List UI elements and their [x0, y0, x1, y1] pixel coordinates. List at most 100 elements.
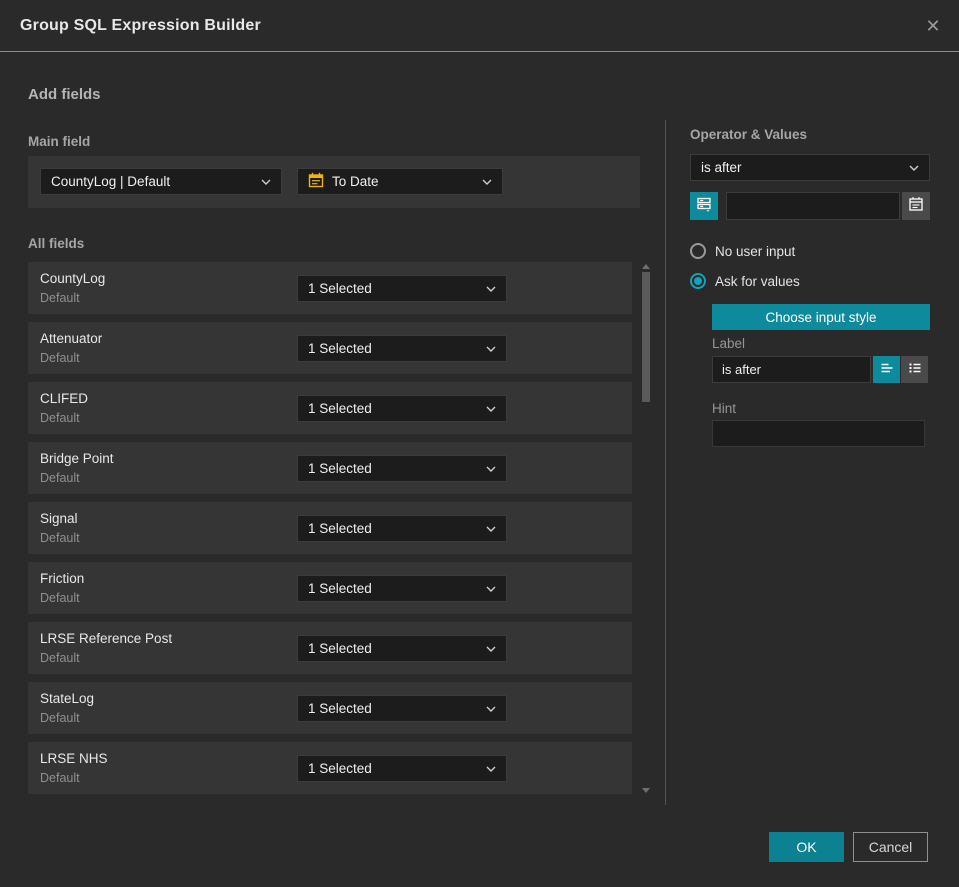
choose-input-style-button[interactable]: Choose input style — [712, 304, 930, 330]
field-selected-value: 1 Selected — [308, 521, 372, 536]
radio-ask-for-values[interactable]: Ask for values — [690, 273, 800, 289]
field-source: Default — [40, 591, 80, 605]
field-selected-value: 1 Selected — [308, 281, 372, 296]
field-row: CLIFED Default 1 Selected — [28, 382, 632, 434]
date-picker-button[interactable] — [902, 192, 930, 220]
field-name: StateLog — [40, 691, 95, 706]
chevron-down-icon — [482, 179, 492, 185]
field-source: Default — [40, 711, 80, 725]
field-selected-value: 1 Selected — [308, 761, 372, 776]
panel-divider — [665, 120, 666, 805]
field-selected-value: 1 Selected — [308, 401, 372, 416]
field-name: LRSE Reference Post — [40, 631, 173, 646]
main-field-select[interactable]: CountyLog | Default — [40, 168, 282, 195]
field-selected-dropdown[interactable]: 1 Selected — [297, 575, 507, 602]
chevron-down-icon — [261, 179, 271, 185]
chevron-down-icon — [486, 646, 496, 652]
field-row: Friction Default 1 Selected — [28, 562, 632, 614]
chevron-down-icon — [486, 706, 496, 712]
chevron-down-icon — [486, 466, 496, 472]
single-line-style-button[interactable] — [873, 356, 900, 383]
calendar-icon — [908, 196, 924, 217]
field-selected-dropdown[interactable]: 1 Selected — [297, 275, 507, 302]
field-selected-value: 1 Selected — [308, 641, 372, 656]
field-row: Signal Default 1 Selected — [28, 502, 632, 554]
field-name: Signal — [40, 511, 78, 526]
field-row: Bridge Point Default 1 Selected — [28, 442, 632, 494]
radio-no-user-input[interactable]: No user input — [690, 243, 795, 259]
group-sql-expression-builder-dialog: Group SQL Expression Builder ✕ Add field… — [0, 0, 959, 887]
stacked-values-icon — [696, 196, 712, 217]
chevron-down-icon — [486, 526, 496, 532]
list-scrollbar[interactable] — [641, 262, 651, 795]
all-fields-list: CountyLog Default 1 Selected Attenuator … — [28, 262, 632, 794]
field-source: Default — [40, 771, 80, 785]
date-field-select-value: To Date — [332, 174, 379, 189]
field-name: CountyLog — [40, 271, 106, 286]
cancel-button[interactable]: Cancel — [853, 832, 928, 862]
field-name: Bridge Point — [40, 451, 114, 466]
field-row: LRSE NHS Default 1 Selected — [28, 742, 632, 794]
list-style-button[interactable] — [901, 356, 928, 383]
hint-input[interactable] — [712, 420, 925, 447]
radio-circle-icon — [690, 243, 706, 259]
bulleted-list-icon — [907, 360, 923, 379]
chevron-down-icon — [486, 586, 496, 592]
operator-select-value: is after — [701, 160, 742, 175]
close-icon[interactable]: ✕ — [921, 14, 945, 38]
radio-no-user-input-label: No user input — [715, 243, 796, 259]
date-field-select[interactable]: To Date — [297, 168, 503, 195]
field-selected-dropdown[interactable]: 1 Selected — [297, 455, 507, 482]
field-name: LRSE NHS — [40, 751, 108, 766]
hint-field-label: Hint — [712, 401, 737, 416]
dialog-titlebar: Group SQL Expression Builder ✕ — [0, 0, 959, 52]
label-input[interactable] — [712, 356, 871, 383]
field-row: Attenuator Default 1 Selected — [28, 322, 632, 374]
label-field-label: Label — [712, 336, 746, 351]
field-row: LRSE Reference Post Default 1 Selected — [28, 622, 632, 674]
field-selected-value: 1 Selected — [308, 341, 372, 356]
field-source: Default — [40, 471, 80, 485]
chevron-down-icon — [486, 346, 496, 352]
field-selected-dropdown[interactable]: 1 Selected — [297, 755, 507, 782]
field-selected-dropdown[interactable]: 1 Selected — [297, 395, 507, 422]
main-field-select-value: CountyLog | Default — [51, 174, 171, 189]
radio-ask-for-values-label: Ask for values — [715, 273, 800, 289]
add-fields-heading: Add fields — [28, 86, 101, 103]
field-source: Default — [40, 651, 80, 665]
align-left-icon — [879, 360, 895, 379]
operator-values-heading: Operator & Values — [690, 127, 808, 142]
date-value-input[interactable] — [726, 192, 900, 220]
unique-values-button[interactable] — [690, 192, 718, 220]
operator-select[interactable]: is after — [690, 154, 930, 181]
field-source: Default — [40, 351, 80, 365]
field-name: CLIFED — [40, 391, 89, 406]
chevron-down-icon — [486, 406, 496, 412]
chevron-down-icon — [909, 165, 919, 171]
scroll-down-icon[interactable] — [642, 788, 650, 793]
field-source: Default — [40, 531, 80, 545]
main-field-label: Main field — [28, 134, 91, 149]
field-selected-value: 1 Selected — [308, 581, 372, 596]
field-source: Default — [40, 411, 80, 425]
scroll-up-icon[interactable] — [642, 264, 650, 269]
chevron-down-icon — [486, 766, 496, 772]
dialog-title: Group SQL Expression Builder — [20, 16, 261, 34]
field-selected-dropdown[interactable]: 1 Selected — [297, 635, 507, 662]
calendar-icon — [308, 172, 324, 191]
field-selected-dropdown[interactable]: 1 Selected — [297, 335, 507, 362]
chevron-down-icon — [486, 286, 496, 292]
field-name: Friction — [40, 571, 85, 586]
field-row: StateLog Default 1 Selected — [28, 682, 632, 734]
radio-circle-selected-icon — [690, 273, 706, 289]
ok-button[interactable]: OK — [769, 832, 844, 862]
field-selected-dropdown[interactable]: 1 Selected — [297, 515, 507, 542]
scrollbar-thumb[interactable] — [642, 272, 650, 402]
field-selected-value: 1 Selected — [308, 701, 372, 716]
field-name: Attenuator — [40, 331, 103, 346]
main-field-panel: CountyLog | Default To Date — [28, 156, 640, 208]
field-selected-value: 1 Selected — [308, 461, 372, 476]
field-selected-dropdown[interactable]: 1 Selected — [297, 695, 507, 722]
operator-values-panel: Operator & Values is after No user input… — [690, 120, 930, 680]
field-source: Default — [40, 291, 80, 305]
